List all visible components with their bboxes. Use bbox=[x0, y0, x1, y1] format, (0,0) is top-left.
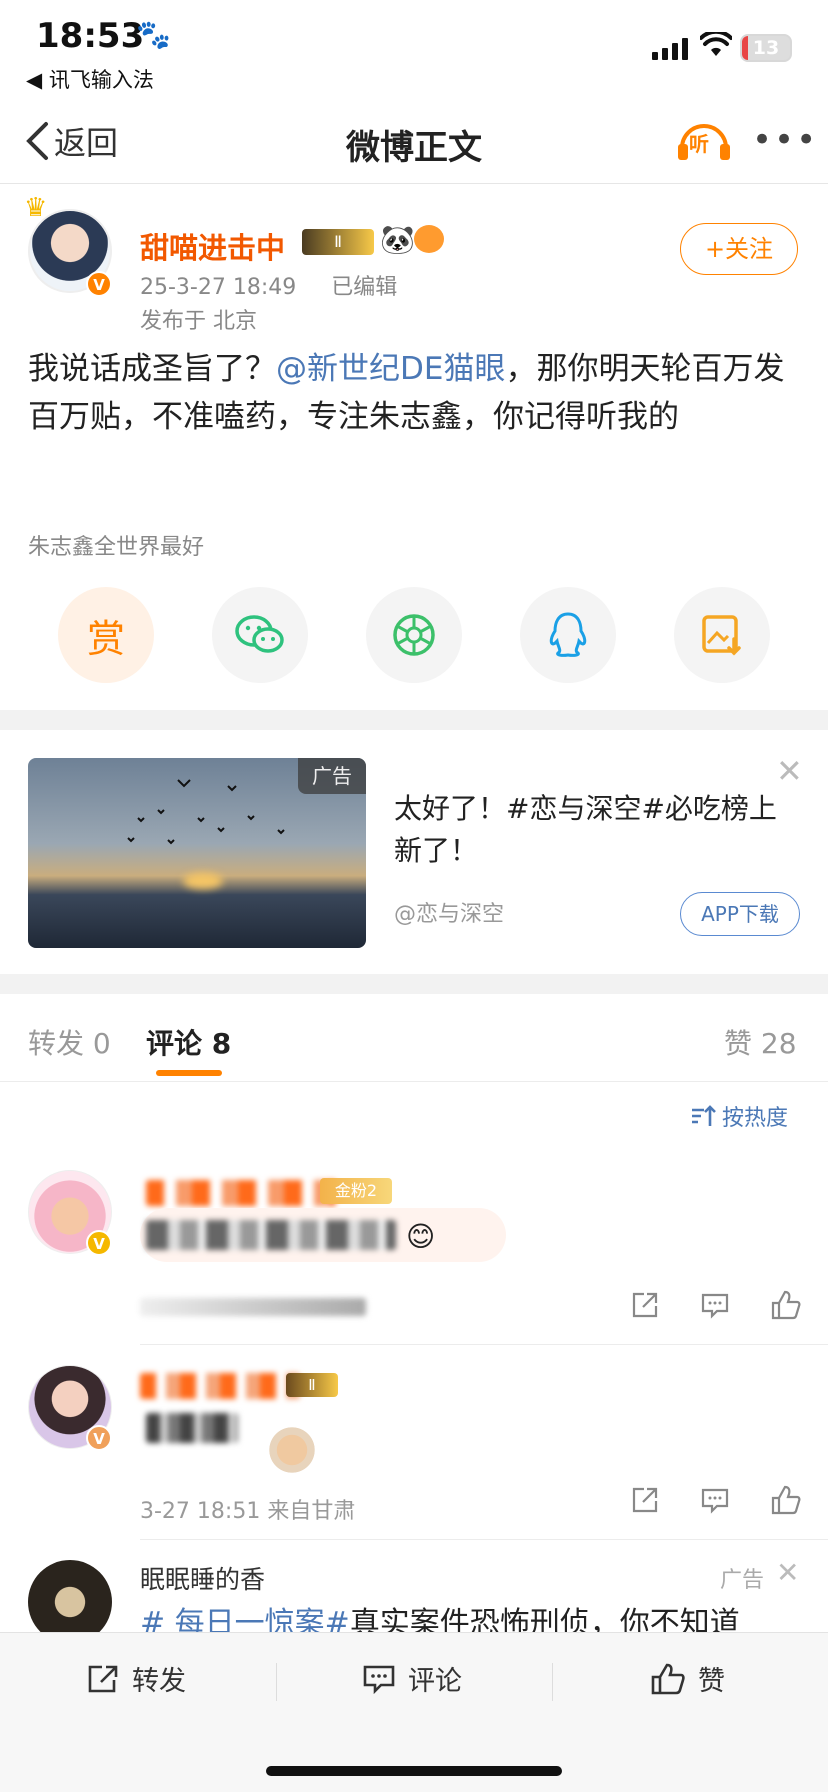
like-icon[interactable] bbox=[770, 1290, 802, 1320]
active-tab-indicator bbox=[156, 1070, 222, 1076]
ad-text[interactable]: 太好了！#恋与深空#必吃榜上新了！ bbox=[394, 788, 804, 872]
reward-label: 赏 bbox=[86, 616, 125, 661]
section-divider bbox=[0, 710, 828, 730]
like-label: 赞 bbox=[698, 1666, 725, 1697]
level-badge: Ⅱ bbox=[286, 1373, 338, 1397]
commenter-name-redacted[interactable] bbox=[140, 1373, 300, 1399]
comment-time-location: 3-27 18:51 来自甘肃 bbox=[140, 1499, 356, 1524]
comment-icon bbox=[363, 1665, 395, 1694]
save-image-icon bbox=[702, 615, 741, 656]
topic-tag[interactable]: 朱志鑫全世界最好 bbox=[28, 529, 204, 561]
repost-icon[interactable] bbox=[630, 1485, 660, 1515]
cellular-signal-icon bbox=[652, 36, 688, 60]
listen-label: 听 bbox=[689, 132, 709, 156]
verified-badge-icon: V bbox=[86, 1230, 112, 1256]
home-indicator[interactable] bbox=[266, 1766, 562, 1776]
listen-button[interactable]: 听 bbox=[676, 118, 732, 162]
tab-repost[interactable]: 转发 0 bbox=[28, 1022, 111, 1062]
post-datetime: 25-3-27 18:49 bbox=[140, 275, 297, 300]
bear-sticker-icon bbox=[264, 1425, 320, 1475]
verified-badge-icon: V bbox=[86, 271, 112, 297]
content-prefix: 我说话成圣旨了？ bbox=[28, 351, 276, 387]
commenter-name-redacted[interactable] bbox=[146, 1180, 336, 1206]
comment-actions bbox=[630, 1290, 802, 1320]
author-name[interactable]: 甜喵进击中 bbox=[140, 225, 285, 267]
edited-label[interactable]: 已编辑 bbox=[331, 275, 397, 300]
navigation-bar: 返回 微博正文 听 ••• bbox=[0, 100, 828, 184]
battery-icon: 13 bbox=[740, 34, 792, 62]
wechat-share-button[interactable] bbox=[212, 587, 308, 683]
moments-share-button[interactable] bbox=[366, 587, 462, 683]
comment-actions bbox=[630, 1485, 802, 1515]
mention-link[interactable]: @新世纪DE猫眼 bbox=[276, 351, 505, 387]
more-options-icon[interactable]: ••• bbox=[752, 120, 818, 160]
sort-icon bbox=[692, 1105, 716, 1126]
post-location: 发布于 北京 bbox=[140, 309, 257, 334]
comment-icon[interactable] bbox=[700, 1485, 730, 1515]
ad-source[interactable]: @恋与深空 bbox=[394, 896, 504, 928]
wechat-icon bbox=[235, 615, 284, 653]
weibo-post: ♛ V 甜喵进击中 Ⅱ 🐼 25-3-27 18:49 已编辑 发布于 北京 +… bbox=[0, 185, 828, 710]
comment-separator bbox=[140, 1539, 828, 1540]
reward-button[interactable]: 赏 bbox=[58, 587, 154, 683]
sort-by-hot-button[interactable]: 按热度 bbox=[690, 1100, 788, 1132]
back-to-app-link[interactable]: ◀ 讯飞输入法 bbox=[26, 64, 154, 94]
app-download-button[interactable]: APP下载 bbox=[680, 892, 800, 936]
repost-label: 转发 bbox=[132, 1666, 186, 1697]
post-content: 我说话成圣旨了？@新世纪DE猫眼，那你明天轮百万发百万贴，不准嗑药，专注朱志鑫，… bbox=[28, 345, 798, 441]
like-icon[interactable] bbox=[770, 1485, 802, 1515]
like-button[interactable]: 赞 bbox=[650, 1659, 725, 1698]
tab-comment[interactable]: 评论 8 bbox=[146, 1022, 231, 1062]
fish-icon bbox=[414, 225, 444, 253]
comment-icon[interactable] bbox=[700, 1290, 730, 1320]
sort-label: 按热度 bbox=[722, 1106, 789, 1131]
moments-icon bbox=[393, 614, 435, 656]
fan-badge: 金粉2 bbox=[320, 1178, 392, 1204]
paw-icon: 🐾 bbox=[136, 18, 171, 51]
smile-emoji-icon: 😊 bbox=[406, 1220, 436, 1253]
follow-button[interactable]: +关注 bbox=[680, 223, 798, 275]
comment-label: 评论 bbox=[408, 1666, 462, 1697]
wifi-icon bbox=[700, 32, 732, 56]
section-divider bbox=[0, 974, 828, 994]
interaction-tabs: 转发 0 评论 8 赞 28 bbox=[0, 994, 828, 1082]
comment-button[interactable]: 评论 bbox=[362, 1659, 462, 1698]
comment-item: V Ⅱ 3-27 18:51 来自甘肃 bbox=[0, 1345, 828, 1540]
verified-badge-icon: V bbox=[86, 1425, 112, 1451]
tab-like[interactable]: 赞 28 bbox=[724, 1022, 797, 1062]
ad-badge: 广告 bbox=[720, 1568, 765, 1593]
panda-icon: 🐼 bbox=[380, 223, 415, 256]
repost-icon bbox=[88, 1665, 118, 1692]
comment-text-redacted bbox=[146, 1413, 238, 1443]
advertiser-name[interactable]: 眠眠睡的香 bbox=[140, 1560, 265, 1596]
qq-share-button[interactable] bbox=[520, 587, 616, 683]
close-icon[interactable]: ✕ bbox=[776, 1556, 799, 1589]
level-badge: Ⅱ bbox=[302, 229, 374, 255]
share-row: 赏 bbox=[0, 587, 828, 687]
close-icon[interactable]: ✕ bbox=[776, 752, 803, 790]
repost-icon[interactable] bbox=[630, 1290, 660, 1320]
ad-card[interactable]: 广告 ✕ 太好了！#恋与深空#必吃榜上新了！ @恋与深空 APP下载 bbox=[0, 730, 828, 974]
post-meta: 25-3-27 18:49 已编辑 bbox=[140, 269, 425, 301]
divider bbox=[276, 1663, 277, 1701]
save-image-button[interactable] bbox=[674, 587, 770, 683]
ad-badge: 广告 bbox=[298, 758, 366, 794]
comment-item: V 金粉2 😊 bbox=[0, 1150, 828, 1345]
like-icon bbox=[651, 1663, 685, 1694]
comment-time-redacted bbox=[140, 1298, 366, 1316]
comment-text-redacted bbox=[146, 1220, 396, 1250]
battery-level: 13 bbox=[752, 37, 780, 59]
qq-icon bbox=[549, 612, 587, 657]
repost-button[interactable]: 转发 bbox=[86, 1659, 186, 1698]
status-bar: 18:53 🐾 ◀ 讯飞输入法 13 bbox=[0, 0, 828, 100]
clock: 18:53 bbox=[36, 16, 145, 56]
divider bbox=[552, 1663, 553, 1701]
